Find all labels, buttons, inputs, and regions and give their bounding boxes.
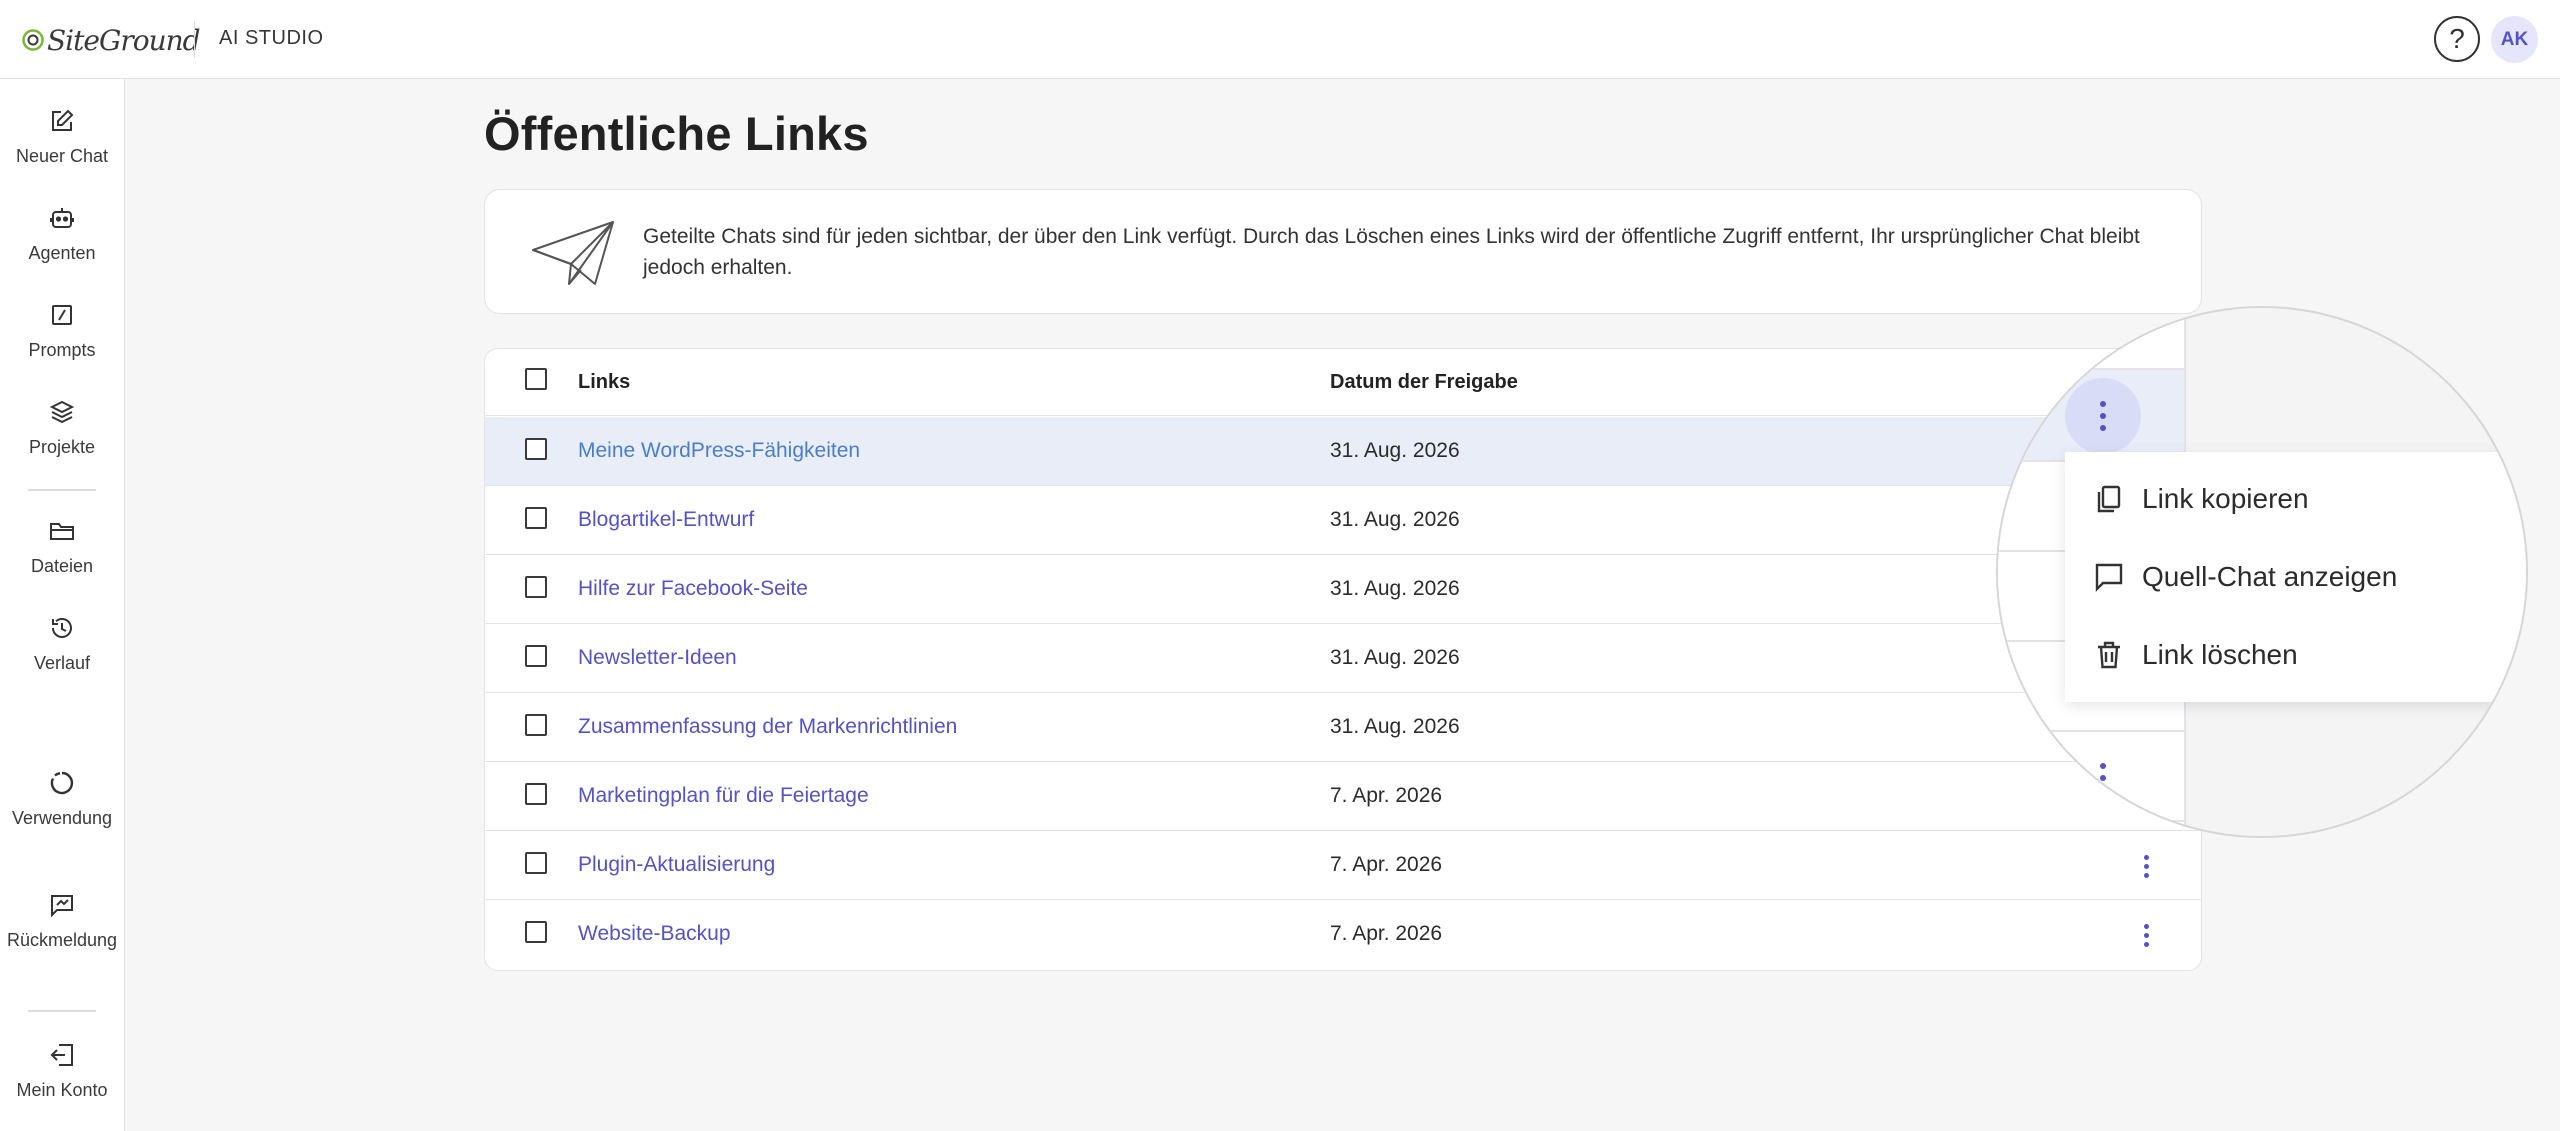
sidebar-item-label: Verwendung bbox=[11, 808, 113, 828]
link-name[interactable]: Plugin-Aktualisierung bbox=[578, 853, 775, 877]
sidebar-item-projects[interactable]: Projekte bbox=[0, 398, 124, 460]
paper-plane-icon bbox=[532, 221, 614, 285]
link-name[interactable]: Zusammenfassung der Markenrichtlinien bbox=[578, 715, 957, 739]
top-bar: SiteGround AI STUDIO ? AK bbox=[0, 0, 2560, 79]
link-name[interactable]: Newsletter-Ideen bbox=[578, 646, 737, 670]
links-table: Links Datum der Freigabe Meine WordPress… bbox=[484, 348, 2202, 971]
sidebar-item-feedback[interactable]: Rückmeldung bbox=[0, 891, 124, 953]
row-actions-kebab-icon[interactable] bbox=[2065, 378, 2141, 454]
sidebar-item-label: Mein Konto bbox=[16, 1080, 108, 1100]
table-header: Links Datum der Freigabe bbox=[485, 349, 2201, 416]
lens-row-divider bbox=[1998, 368, 2184, 370]
logout-icon bbox=[50, 1044, 73, 1066]
share-date: 7. Apr. 2026 bbox=[1330, 784, 1443, 807]
siteground-logo[interactable]: SiteGround bbox=[22, 20, 201, 60]
select-all-checkbox[interactable] bbox=[525, 368, 547, 390]
sidebar-item-label: Rückmeldung bbox=[6, 930, 118, 950]
sidebar-item-usage[interactable]: Verwendung bbox=[0, 769, 124, 831]
menu-item-view-source-chat[interactable]: Quell-Chat anzeigen bbox=[2065, 542, 2526, 612]
sidebar-item-files[interactable]: Dateien bbox=[0, 517, 124, 579]
link-name[interactable]: Marketingplan für die Feiertage bbox=[578, 784, 869, 808]
menu-item-label: Quell-Chat anzeigen bbox=[2142, 561, 2398, 592]
row-checkbox[interactable] bbox=[525, 783, 547, 805]
copy-icon bbox=[2097, 485, 2121, 513]
row-checkbox[interactable] bbox=[525, 921, 547, 943]
share-date: 31. Aug. 2026 bbox=[1330, 646, 1460, 669]
table-row[interactable]: Zusammenfassung der Markenrichtlinien 31… bbox=[485, 693, 2201, 762]
prompt-icon bbox=[52, 305, 72, 325]
share-date: 31. Aug. 2026 bbox=[1330, 715, 1460, 738]
table-row[interactable]: Hilfe zur Facebook-Seite 31. Aug. 2026 bbox=[485, 555, 2201, 624]
menu-item-delete-link[interactable]: Link löschen bbox=[2065, 620, 2526, 690]
row-actions-kebab-icon[interactable] bbox=[2131, 851, 2161, 881]
folder-icon bbox=[50, 523, 74, 540]
row-checkbox[interactable] bbox=[525, 507, 547, 529]
sidebar-divider bbox=[28, 1010, 96, 1012]
sidebar-item-my-account[interactable]: Mein Konto bbox=[0, 1041, 124, 1103]
sidebar-item-new-chat[interactable]: Neuer Chat bbox=[0, 107, 124, 169]
sidebar-item-label: Agenten bbox=[28, 243, 96, 263]
row-checkbox[interactable] bbox=[525, 438, 547, 460]
menu-item-label: Link kopieren bbox=[2142, 483, 2309, 514]
help-button[interactable]: ? bbox=[2434, 16, 2480, 62]
siteground-logo-icon bbox=[22, 29, 44, 51]
edit-icon bbox=[52, 109, 74, 131]
sidebar-item-label: Prompts bbox=[28, 340, 96, 360]
sidebar: Neuer Chat Agenten Prompts Projekte Date… bbox=[0, 79, 125, 1131]
sidebar-item-prompts[interactable]: Prompts bbox=[0, 301, 124, 363]
table-row[interactable]: Plugin-Aktualisierung 7. Apr. 2026 bbox=[485, 831, 2201, 900]
lens-row-divider bbox=[1998, 730, 2184, 732]
link-name[interactable]: Blogartikel-Entwurf bbox=[578, 508, 754, 532]
share-date: 7. Apr. 2026 bbox=[1330, 922, 1443, 945]
layers-icon bbox=[49, 400, 75, 424]
sidebar-item-history[interactable]: Verlauf bbox=[0, 614, 124, 676]
table-row[interactable]: Meine WordPress-Fähigkeiten 31. Aug. 202… bbox=[485, 417, 2201, 486]
page-title: Öffentliche Links bbox=[484, 107, 869, 160]
robot-icon bbox=[50, 208, 74, 228]
column-header-date[interactable]: Datum der Freigabe bbox=[1330, 371, 1518, 394]
sidebar-item-label: Dateien bbox=[30, 556, 94, 576]
trash-icon bbox=[2098, 641, 2120, 669]
usage-icon bbox=[50, 771, 74, 795]
header-divider bbox=[194, 21, 195, 58]
logo-text: SiteGround bbox=[47, 23, 201, 57]
share-date: 31. Aug. 2026 bbox=[1330, 508, 1460, 531]
info-text: Geteilte Chats sind für jeden sichtbar, … bbox=[643, 225, 2140, 279]
row-checkbox[interactable] bbox=[525, 714, 547, 736]
sidebar-item-label: Verlauf bbox=[33, 653, 91, 673]
sidebar-item-label: Projekte bbox=[28, 437, 96, 457]
menu-item-copy-link[interactable]: Link kopieren bbox=[2065, 464, 2526, 534]
user-avatar[interactable]: AK bbox=[2491, 16, 2538, 63]
share-date: 31. Aug. 2026 bbox=[1330, 439, 1460, 462]
table-row[interactable]: Marketingplan für die Feiertage 7. Apr. … bbox=[485, 762, 2201, 831]
sidebar-item-agents[interactable]: Agenten bbox=[0, 204, 124, 266]
table-row[interactable]: Newsletter-Ideen 31. Aug. 2026 bbox=[485, 624, 2201, 693]
menu-item-label: Link löschen bbox=[2142, 639, 2298, 670]
table-row[interactable]: Blogartikel-Entwurf 31. Aug. 2026 bbox=[485, 486, 2201, 555]
chat-icon bbox=[2095, 563, 2123, 592]
row-context-menu: Link kopieren Quell-Chat anzeigen Link l… bbox=[2065, 452, 2526, 702]
lens-row-divider bbox=[1998, 820, 2184, 822]
row-actions-kebab-icon[interactable] bbox=[2088, 758, 2118, 798]
sidebar-item-label: Neuer Chat bbox=[15, 146, 109, 166]
sidebar-divider bbox=[28, 489, 96, 491]
info-banner: Geteilte Chats sind für jeden sichtbar, … bbox=[484, 189, 2202, 314]
column-header-links: Links bbox=[578, 371, 631, 393]
share-date: 7. Apr. 2026 bbox=[1330, 853, 1443, 876]
link-name[interactable]: Hilfe zur Facebook-Seite bbox=[578, 577, 808, 601]
history-icon bbox=[52, 618, 72, 638]
row-actions-kebab-icon[interactable] bbox=[2131, 920, 2161, 950]
share-date: 31. Aug. 2026 bbox=[1330, 577, 1460, 600]
zoom-lens: Link kopieren Quell-Chat anzeigen Link l… bbox=[1996, 306, 2528, 838]
app-name: AI STUDIO bbox=[219, 27, 324, 49]
link-name[interactable]: Meine WordPress-Fähigkeiten bbox=[578, 439, 860, 463]
link-name[interactable]: Website-Backup bbox=[578, 922, 731, 946]
row-checkbox[interactable] bbox=[525, 576, 547, 598]
row-checkbox[interactable] bbox=[525, 852, 547, 874]
table-row[interactable]: Website-Backup 7. Apr. 2026 bbox=[485, 900, 2201, 969]
feedback-icon bbox=[51, 895, 73, 918]
row-checkbox[interactable] bbox=[525, 645, 547, 667]
